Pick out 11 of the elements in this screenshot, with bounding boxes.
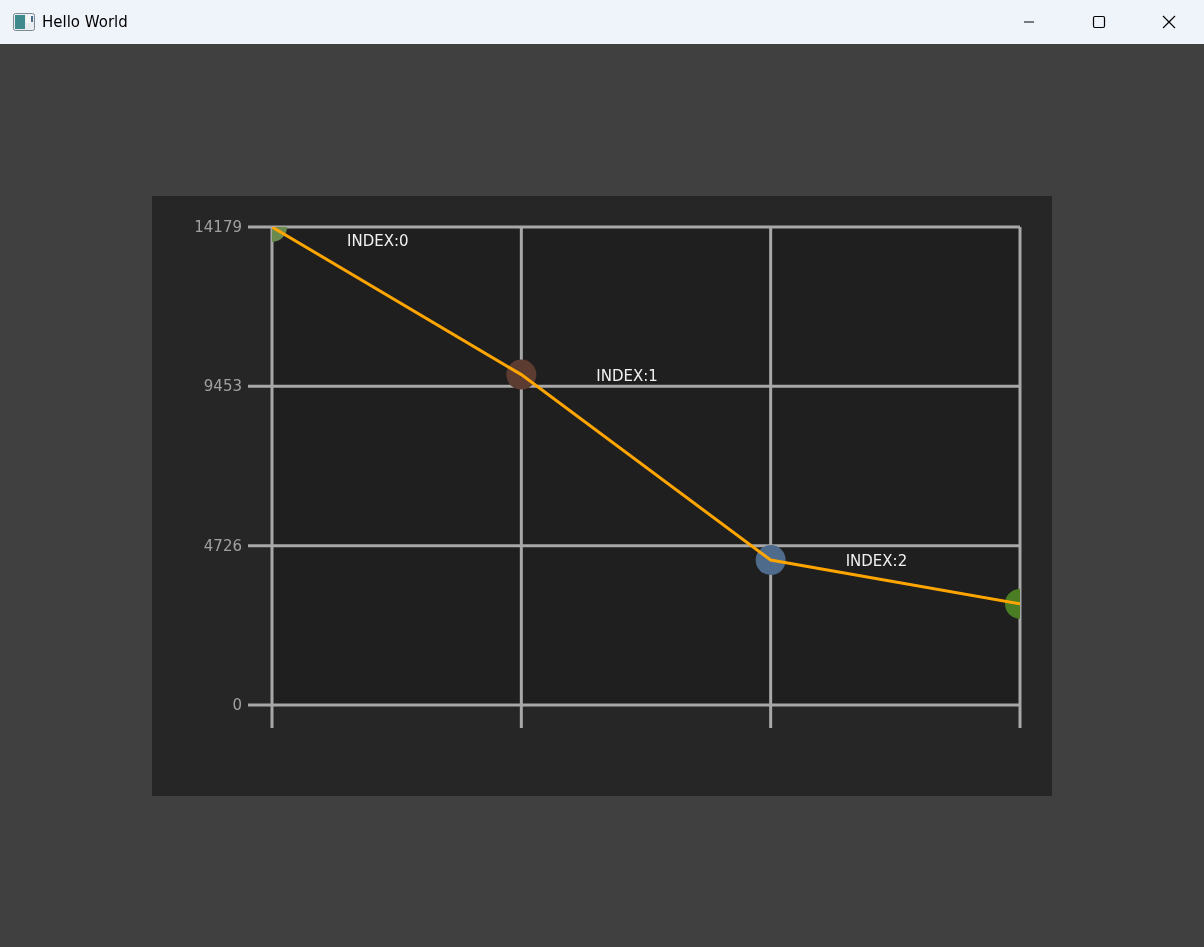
point-label: INDEX:2 [845, 551, 908, 570]
window-title: Hello World [42, 13, 128, 31]
axis-tick-label: 14179 [194, 217, 242, 236]
point-label: INDEX:1 [596, 366, 658, 385]
axis-tick-label: 0 [232, 695, 242, 714]
axis-tick-label: 4726 [203, 536, 242, 555]
point-label: INDEX:0 [347, 231, 409, 250]
axis-tick-label: 9453 [203, 376, 242, 395]
close-icon [1162, 15, 1176, 29]
maximize-icon [1092, 15, 1106, 29]
window-icon [13, 13, 35, 31]
